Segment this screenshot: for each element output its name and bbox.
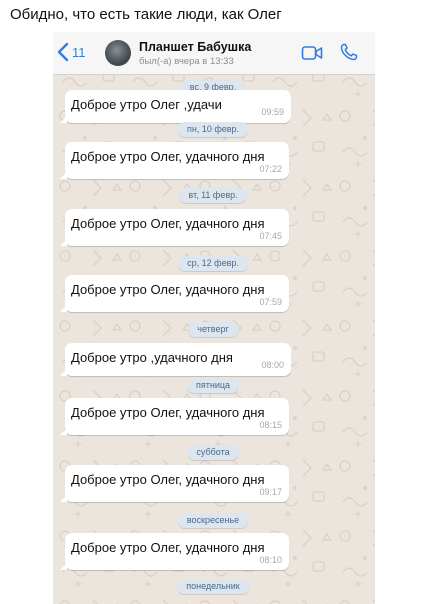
message-text: Доброе утро Олег, удачного дня [71, 282, 265, 297]
message-text: Доброе утро Олег, удачного дня [71, 472, 265, 487]
message-bubble[interactable]: Доброе утро Олег, удачного дня 07:45 [60, 209, 289, 246]
message-bubble[interactable]: Доброе утро Олег ,удачи 09:59 [60, 90, 291, 123]
post-caption: Обидно, что есть такие люди, как Олег [10, 6, 282, 23]
avatar[interactable] [105, 40, 131, 66]
date-separator: пн, 10 февр. [177, 122, 249, 137]
contact-name[interactable]: Планшет Бабушка [139, 40, 251, 54]
message-text: Доброе утро Олег, удачного дня [71, 405, 265, 420]
message-time: 09:59 [261, 107, 284, 117]
chat-header: 11 Планшет Бабушка был(-а) вчера в 13:33 [53, 32, 375, 75]
message-text: Доброе утро Олег, удачного дня [71, 149, 265, 164]
chevron-left-icon [57, 42, 69, 62]
last-seen-status: был(-а) вчера в 13:33 [139, 56, 234, 67]
message-time: 08:15 [259, 420, 282, 430]
date-separator: понедельник [177, 579, 249, 594]
message-time: 09:17 [259, 487, 282, 497]
phone-icon[interactable] [339, 42, 359, 62]
message-text: Доброе утро Олег, удачного дня [71, 540, 265, 555]
video-camera-icon[interactable] [301, 44, 323, 62]
date-separator: суббота [187, 445, 239, 460]
chat-screen: 11 Планшет Бабушка был(-а) вчера в 13:33… [53, 32, 375, 604]
message-text: Доброе утро Олег, удачного дня [71, 216, 265, 231]
message-bubble[interactable]: Доброе утро ,удачного дня 08:00 [60, 343, 291, 376]
message-time: 07:45 [259, 231, 282, 241]
message-bubble[interactable]: Доброе утро Олег, удачного дня 08:15 [60, 398, 289, 435]
message-bubble[interactable]: Доброе утро Олег, удачного дня 07:59 [60, 275, 289, 312]
message-bubble[interactable]: Доброе утро Олег, удачного дня 07:22 [60, 142, 289, 179]
date-separator: четверг [188, 322, 238, 337]
date-separator: ср, 12 февр. [178, 256, 248, 271]
message-time: 08:10 [259, 555, 282, 565]
message-text: Доброе утро Олег ,удачи [71, 97, 222, 112]
message-text: Доброе утро ,удачного дня [71, 350, 233, 365]
message-time: 08:00 [261, 360, 284, 370]
unread-count: 11 [72, 44, 86, 60]
message-time: 07:22 [259, 164, 282, 174]
back-button[interactable]: 11 [57, 40, 86, 64]
message-bubble[interactable]: Доброе утро Олег, удачного дня 09:17 [60, 465, 289, 502]
date-separator: вт, 11 февр. [179, 188, 247, 203]
message-bubble[interactable]: Доброе утро Олег, удачного дня 08:10 [60, 533, 289, 570]
date-separator: воскресенье [177, 513, 249, 528]
date-separator: пятница [186, 378, 240, 393]
message-time: 07:59 [259, 297, 282, 307]
